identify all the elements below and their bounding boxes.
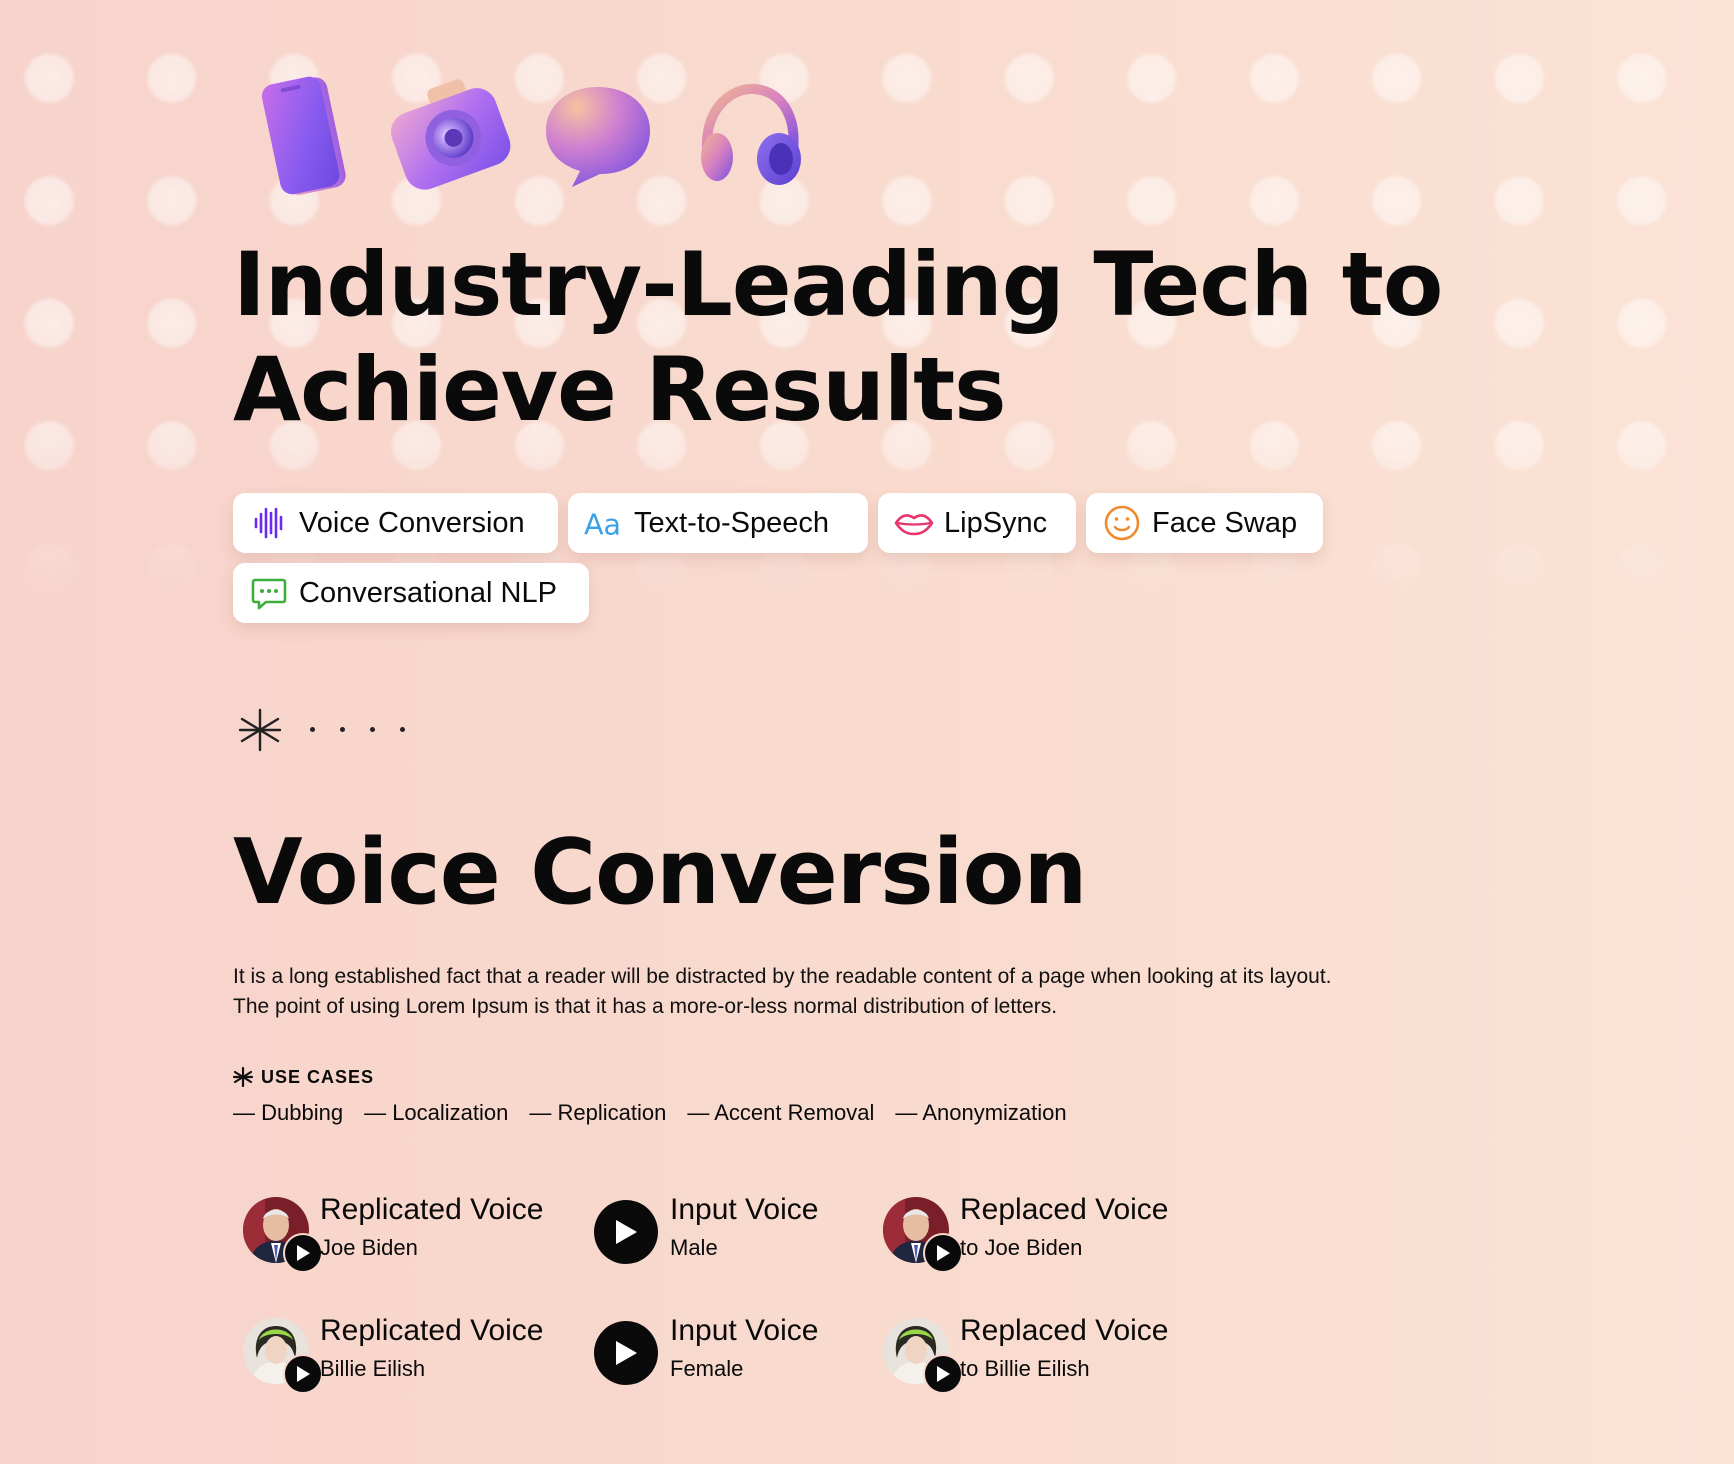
waveform-icon <box>249 503 289 543</box>
voice-title: Replicated Voice <box>320 1314 544 1347</box>
description-line2: The point of using Lorem Ipsum is that i… <box>233 995 1058 1018</box>
voice-title: Input Voice <box>670 1193 819 1226</box>
phone-3d-icon <box>261 76 346 195</box>
voice-title: Replaced Voice <box>960 1314 1169 1347</box>
tab-face-swap[interactable]: Face Swap <box>1086 493 1323 553</box>
tab-label: Text-to-Speech <box>634 506 830 539</box>
voice-sample-replicated-biden[interactable]: Replicated Voice Joe Biden <box>233 1193 563 1273</box>
play-icon <box>937 1366 950 1382</box>
play-button[interactable] <box>923 1354 963 1394</box>
play-button[interactable] <box>283 1354 323 1394</box>
voice-sample-input-female[interactable]: Input Voice Female <box>594 1314 844 1388</box>
voice-title: Input Voice <box>670 1314 819 1347</box>
tab-label: Conversational NLP <box>299 576 557 609</box>
tab-voice-conversion[interactable]: Voice Conversion <box>233 493 558 553</box>
use-case-item: — Anonymization <box>895 1100 1067 1125</box>
speech-bubble-3d-icon <box>546 87 650 187</box>
voice-subtitle: Female <box>670 1356 744 1381</box>
tab-conversational-nlp[interactable]: Conversational NLP <box>233 563 589 623</box>
separator-dot <box>310 727 315 732</box>
play-button[interactable] <box>923 1233 963 1273</box>
use-cases-heading-text: USE CASES <box>261 1066 375 1087</box>
voice-sample-replaced-biden[interactable]: Replaced Voice to Joe Biden <box>873 1193 1203 1273</box>
voice-sample-replicated-eilish[interactable]: Replicated Voice Billie Eilish <box>233 1314 563 1394</box>
play-icon <box>937 1245 950 1261</box>
tab-lipsync[interactable]: LipSync <box>878 493 1076 553</box>
separator-dot <box>340 727 345 732</box>
tab-label: LipSync <box>944 506 1048 539</box>
use-case-item: — Dubbing <box>233 1100 344 1125</box>
voice-subtitle: Billie Eilish <box>320 1356 426 1381</box>
play-icon <box>297 1245 310 1261</box>
separator-dot <box>370 727 375 732</box>
section-description: It is a long established fact that a rea… <box>233 962 1533 1022</box>
play-button[interactable] <box>594 1321 658 1385</box>
hero-title-line1: Industry-Leading Tech to <box>233 233 1443 336</box>
svg-text:Aa: Aa <box>584 507 621 541</box>
separator-dot <box>400 727 405 732</box>
play-icon <box>616 1341 637 1365</box>
voice-subtitle: to Billie Eilish <box>960 1356 1090 1381</box>
headphones-3d-icon <box>701 83 801 185</box>
tab-label: Voice Conversion <box>299 506 525 539</box>
play-button[interactable] <box>594 1200 658 1264</box>
tab-text-to-speech[interactable]: Aa Text-to-Speech <box>568 493 868 553</box>
use-cases-heading: USE CASES <box>233 1064 374 1090</box>
asterisk-icon <box>233 1067 253 1087</box>
voice-title: Replicated Voice <box>320 1193 544 1226</box>
lips-icon <box>894 503 934 543</box>
asterisk-icon <box>238 708 282 752</box>
section-title: Voice Conversion <box>233 820 1088 925</box>
description-line1: It is a long established fact that a rea… <box>233 965 1332 988</box>
aa-text-icon: Aa <box>584 503 624 543</box>
hero-title: Industry-Leading Tech to Achieve Results <box>233 232 1533 442</box>
hero-title-line2: Achieve Results <box>233 338 1007 441</box>
use-case-item: — Accent Removal <box>687 1100 875 1125</box>
play-button[interactable] <box>283 1233 323 1273</box>
voice-sample-replaced-eilish[interactable]: Replaced Voice to Billie Eilish <box>873 1314 1203 1394</box>
use-cases-list: — Dubbing — Localization — Replication —… <box>233 1100 1088 1126</box>
voice-sample-input-male[interactable]: Input Voice Male <box>594 1193 844 1267</box>
play-icon <box>297 1366 310 1382</box>
use-case-item: — Localization <box>364 1100 509 1125</box>
chat-bubble-icon <box>249 573 289 613</box>
play-icon <box>616 1220 637 1244</box>
voice-title: Replaced Voice <box>960 1193 1169 1226</box>
camera-3d-icon <box>390 79 511 190</box>
use-case-item: — Replication <box>529 1100 667 1125</box>
tab-label: Face Swap <box>1152 506 1298 539</box>
voice-subtitle: Joe Biden <box>320 1235 418 1260</box>
voice-subtitle: to Joe Biden <box>960 1235 1083 1260</box>
voice-subtitle: Male <box>670 1235 718 1260</box>
smiley-face-icon <box>1102 503 1142 543</box>
hero-icon-row <box>253 75 853 205</box>
